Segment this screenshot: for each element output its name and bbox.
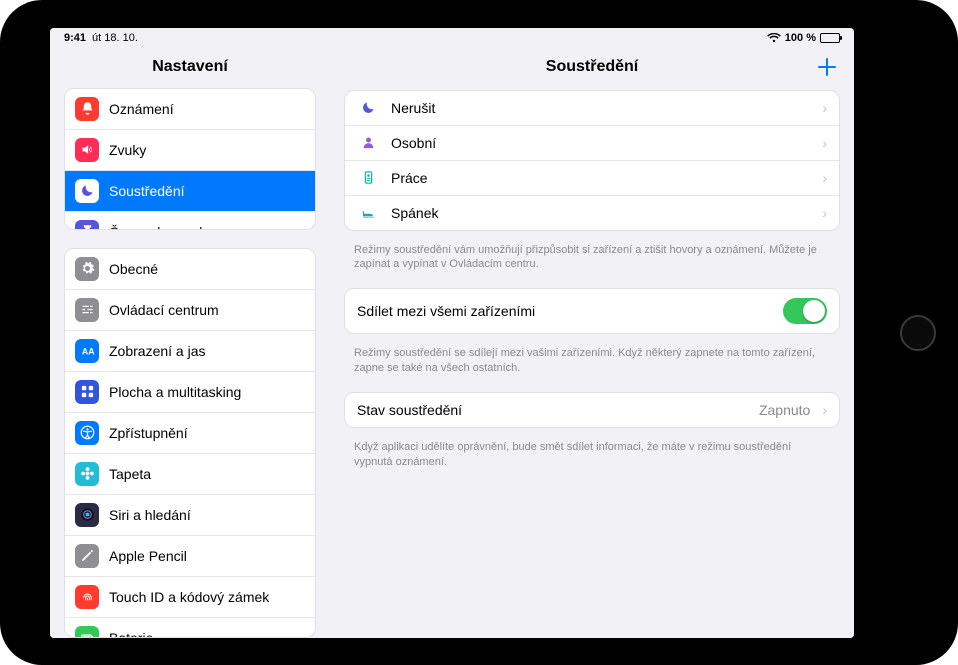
add-focus-button[interactable]	[816, 56, 838, 78]
sidebar-item-label: Zobrazení a jas	[109, 343, 206, 359]
status-group: Stav soustředění Zapnuto ›	[344, 392, 840, 428]
sidebar-item-label: Oznámení	[109, 101, 174, 117]
focus-mode-osobn-[interactable]: Osobní ›	[345, 126, 839, 161]
chevron-right-icon: ›	[822, 135, 827, 151]
status-date: út 18. 10.	[92, 32, 138, 44]
focus-modes-footer: Režimy soustředění vám umožňují přizpůso…	[330, 237, 854, 289]
sidebar-item-siri-a-hled-n-[interactable]: Siri a hledání	[65, 495, 315, 536]
focus-mode-label: Práce	[391, 170, 810, 186]
share-toggle[interactable]	[783, 298, 827, 324]
sidebar-group-2: Obecné Ovládací centrum AA Zobrazení a jas P…	[64, 248, 316, 638]
wifi-icon	[767, 33, 781, 43]
sidebar-item-tapeta[interactable]: Tapeta	[65, 454, 315, 495]
sidebar-item-plocha-a-multitasking[interactable]: Plocha a multitasking	[65, 372, 315, 413]
sidebar-item-label: Plocha a multitasking	[109, 384, 241, 400]
focus-mode-label: Osobní	[391, 135, 810, 151]
sidebar-item-ozn-men-[interactable]: Oznámení	[65, 89, 315, 130]
battery-icon	[75, 626, 99, 638]
chevron-right-icon: ›	[822, 205, 827, 221]
chevron-right-icon: ›	[822, 402, 827, 418]
sidebar-item-zobrazen-a-jas[interactable]: AA Zobrazení a jas	[65, 331, 315, 372]
sidebar-item-zp-stupn-n-[interactable]: Zpřístupnění	[65, 413, 315, 454]
focus-modes-group: Nerušit › Osobní › Práce › Spánek ›	[344, 90, 840, 231]
focus-status-value: Zapnuto	[759, 402, 810, 418]
flower-icon	[75, 462, 99, 486]
content-header: Soustředění	[330, 48, 854, 90]
sidebar-item-label: Zvuky	[109, 142, 146, 158]
ipad-device-frame: 9:41 út 18. 10. 100 % Nastavení Oznámení…	[0, 0, 958, 665]
sidebar-group-1: Oznámení Zvuky Soustředění Čas u obrazovky	[64, 88, 316, 230]
sidebar-item-label: Touch ID a kódový zámek	[109, 589, 269, 605]
bed-icon	[357, 205, 379, 220]
sidebar-item-label: Obecné	[109, 261, 158, 277]
accessibility-icon	[75, 421, 99, 445]
fingerprint-icon	[75, 585, 99, 609]
badge-icon	[357, 170, 379, 185]
status-bar: 9:41 út 18. 10. 100 %	[50, 28, 854, 48]
sidebar-item-touch-id-a-k-dov-z-mek[interactable]: Touch ID a kódový zámek	[65, 577, 315, 618]
focus-mode-neru-it[interactable]: Nerušit ›	[345, 91, 839, 126]
sidebar-item-label: Siri a hledání	[109, 507, 191, 523]
home-button[interactable]	[900, 315, 936, 351]
status-footer: Když aplikaci udělíte oprávnění, bude sm…	[330, 434, 854, 486]
text-icon: AA	[75, 339, 99, 363]
siri-icon	[75, 503, 99, 527]
sidebar-item-zvuky[interactable]: Zvuky	[65, 130, 315, 171]
sidebar-title: Nastavení	[50, 48, 330, 88]
content-pane: Soustředění Nerušit › Osobní › Práce › Spánek ›…	[330, 48, 854, 638]
hourglass-icon	[75, 220, 99, 230]
battery-icon	[820, 33, 840, 43]
sliders-icon	[75, 298, 99, 322]
sidebar-item-label: Apple Pencil	[109, 548, 187, 564]
chevron-right-icon: ›	[822, 170, 827, 186]
settings-sidebar: Nastavení Oznámení Zvuky Soustředění Čas u …	[50, 48, 330, 638]
share-footer: Režimy soustředění se sdílejí mezi vašim…	[330, 340, 854, 392]
sidebar-item-label: Čas u obrazovky	[109, 224, 213, 230]
chevron-right-icon: ›	[822, 100, 827, 116]
focus-status-row[interactable]: Stav soustředění Zapnuto ›	[345, 393, 839, 427]
focus-mode-pr-ce[interactable]: Práce ›	[345, 161, 839, 196]
screen: 9:41 út 18. 10. 100 % Nastavení Oznámení…	[50, 28, 854, 638]
content-title: Soustředění	[546, 58, 638, 76]
sidebar-item-label: Tapeta	[109, 466, 151, 482]
focus-mode-label: Spánek	[391, 205, 810, 221]
gear-icon	[75, 257, 99, 281]
person-icon	[357, 135, 379, 150]
focus-status-label: Stav soustředění	[357, 402, 747, 418]
sidebar-item-label: Baterie	[109, 630, 153, 638]
sidebar-item-soust-ed-n-[interactable]: Soustředění	[65, 171, 315, 212]
grid-icon	[75, 380, 99, 404]
sidebar-item-label: Zpřístupnění	[109, 425, 188, 441]
focus-mode-label: Nerušit	[391, 100, 810, 116]
sidebar-item-label: Ovládací centrum	[109, 302, 219, 318]
moon-icon	[357, 100, 379, 115]
sidebar-item-apple-pencil[interactable]: Apple Pencil	[65, 536, 315, 577]
pencil-icon	[75, 544, 99, 568]
sidebar-item-obecn-[interactable]: Obecné	[65, 249, 315, 290]
speaker-icon	[75, 138, 99, 162]
bell-icon	[75, 97, 99, 121]
svg-text:AA: AA	[81, 347, 94, 357]
share-group: Sdílet mezi všemi zařízeními	[344, 288, 840, 334]
status-time: 9:41	[64, 32, 86, 44]
sidebar-item-label: Soustředění	[109, 183, 185, 199]
focus-mode-sp-nek[interactable]: Spánek ›	[345, 196, 839, 230]
share-across-devices-row[interactable]: Sdílet mezi všemi zařízeními	[345, 289, 839, 333]
sidebar-item-baterie[interactable]: Baterie	[65, 618, 315, 638]
sidebar-item--as-u-obrazovky[interactable]: Čas u obrazovky	[65, 212, 315, 230]
sidebar-item-ovl-dac-centrum[interactable]: Ovládací centrum	[65, 290, 315, 331]
moon-icon	[75, 179, 99, 203]
share-label: Sdílet mezi všemi zařízeními	[357, 303, 771, 319]
battery-percent: 100 %	[785, 32, 816, 44]
